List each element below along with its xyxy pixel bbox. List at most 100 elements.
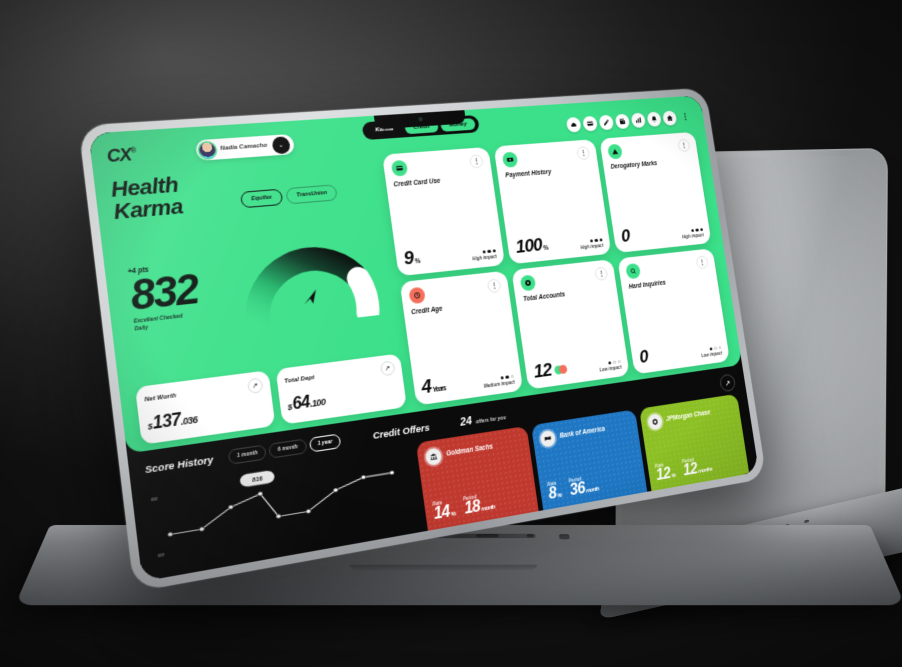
metric-number: 12: [532, 359, 553, 383]
flag-icon: [539, 429, 557, 448]
range-1-month[interactable]: 1 month: [227, 444, 268, 465]
user-menu[interactable]: Nadia Camacho ⌄: [194, 133, 295, 161]
offer-card-goldman-sachs[interactable]: Goldman Sachs Rate 14% Period 18month: [416, 426, 539, 531]
metric-menu-icon[interactable]: ⋮: [695, 255, 709, 270]
offer-rate-unit: %: [556, 492, 562, 500]
total-debt-card-head: Total Dept ↗: [283, 360, 396, 390]
metric-card-derogatory-marks[interactable]: ⋮ Derogatory Marks 0 High impact: [599, 131, 712, 254]
metric-card-credit-age[interactable]: ⋮ Credit Age 4Years Medium impact: [399, 270, 524, 406]
offer-period-value: 18: [463, 497, 482, 518]
metric-menu-icon[interactable]: ⋮: [594, 266, 609, 282]
offer-card-jpmorgan-chase[interactable]: JPMorgan Chase Rate 12% Period 12months: [639, 393, 750, 491]
total-debt-amount: 64: [291, 393, 311, 414]
metric-card-credit-card-use[interactable]: ⋮ Credit Card Use 9% High impact: [381, 146, 506, 277]
card-bottom: 0 Low impact: [638, 338, 722, 368]
page-title: Health Karma: [109, 159, 379, 225]
home-icon[interactable]: [662, 110, 678, 126]
metric-impact: High impact: [471, 248, 497, 261]
offer-stats: Rate 8% Period 36month: [547, 467, 640, 503]
card-top: ⋮: [607, 138, 691, 160]
scene: CX® Nadia Camacho ⌄ Karma Credit Money ⋮…: [0, 0, 902, 667]
net-worth-amount: 137: [151, 411, 182, 434]
card-bottom: 100% High impact: [514, 230, 604, 258]
bureau-transunion[interactable]: TransUnion: [285, 184, 339, 205]
metric-unit: %: [542, 244, 549, 253]
offer-period: Period 18month: [463, 491, 496, 518]
deck-lip: [348, 564, 538, 571]
bureau-equifax[interactable]: Equifax: [239, 188, 284, 209]
metric-impact: High impact: [681, 227, 704, 239]
metric-card-hard-inquiries[interactable]: ⋮ Hard Inquiries 0 Low impact: [617, 248, 730, 375]
cloud-icon[interactable]: [565, 116, 582, 133]
offer-head: Bank of America: [539, 418, 632, 448]
card-icon: [390, 159, 408, 177]
range-1-year[interactable]: 1 year: [308, 433, 342, 453]
credit-offers-title: Credit Offers: [372, 421, 431, 442]
net-worth-card[interactable]: Net Worth ↗ $137.036: [134, 370, 276, 445]
score-history-title: Score History: [144, 453, 214, 476]
metric-impact: High impact: [579, 237, 604, 250]
cash-icon: [502, 151, 519, 168]
expand-button[interactable]: ↗: [718, 373, 737, 393]
offer-card-bank-of-america[interactable]: Bank of America Rate 8% Period 36month: [531, 409, 648, 511]
offer-period-unit: months: [697, 466, 713, 475]
offers-count-label: offers for you: [475, 415, 507, 426]
total-debt-open-icon[interactable]: ↗: [379, 360, 396, 377]
chart-icon[interactable]: [630, 112, 647, 129]
total-debt-card[interactable]: Total Dept ↗ $64.100: [275, 353, 407, 425]
metric-value: 0: [638, 347, 650, 368]
page-title-line1: Health: [109, 172, 180, 203]
brand-logo[interactable]: CX®: [106, 144, 137, 167]
page-title-line2: Karma: [112, 194, 185, 225]
card-top: ⋮: [390, 154, 485, 177]
metric-menu-icon[interactable]: ⋮: [677, 138, 691, 153]
metric-card-total-accounts[interactable]: ⋮ Total Accounts 12 Low impact: [511, 259, 630, 390]
metric-unit: Years: [431, 385, 447, 395]
metric-value: 4Years: [420, 375, 447, 398]
score-delta: +4 pts: [127, 266, 150, 276]
offer-period: Period 36month: [568, 474, 599, 499]
offer-rate: Rate 12%: [655, 461, 677, 484]
range-6-month[interactable]: 6 month: [268, 438, 308, 459]
impact-label: Low impact: [599, 364, 622, 373]
net-worth-open-icon[interactable]: ↗: [246, 377, 264, 395]
metric-value: 100%: [514, 235, 549, 258]
chase-icon: [647, 413, 664, 431]
card-bottom: 9% High impact: [402, 241, 497, 270]
stack-icon: [519, 274, 537, 292]
metric-menu-icon[interactable]: ⋮: [576, 146, 591, 161]
total-debt-label: Total Dept: [283, 374, 315, 386]
metric-value: 12: [532, 359, 568, 383]
metric-card-payment-history[interactable]: ⋮ Payment History 100% High impact: [493, 139, 612, 265]
net-worth-decimals: .036: [180, 414, 198, 428]
wallet-icon[interactable]: [614, 113, 631, 130]
pen-icon[interactable]: [598, 114, 615, 131]
offer-rate-value: 12: [655, 465, 672, 485]
bell-icon[interactable]: [646, 111, 662, 127]
metric-impact: Medium impact: [483, 374, 515, 389]
offer-rate-value: 14: [432, 503, 451, 524]
metrics-panel: ⋮ Credit Card Use 9% High impact ⋮ Payme…: [381, 131, 730, 406]
offer-head: Goldman Sachs: [424, 435, 523, 467]
card-icon[interactable]: [582, 115, 599, 132]
card-top: ⋮: [502, 146, 591, 168]
more-options-icon[interactable]: ⋮: [678, 109, 693, 124]
hero-panel: Health Karma Equifax TransUnion +4 pts 8…: [109, 155, 407, 445]
bank-name: JPMorgan Chase: [665, 409, 711, 424]
chart-points: [164, 471, 397, 537]
metric-menu-icon[interactable]: ⋮: [487, 278, 502, 294]
total-debt-decimals: .100: [309, 396, 326, 410]
score-gauge: [226, 214, 392, 331]
net-worth-card-head: Net Worth ↗: [144, 377, 264, 408]
metric-number: 9: [402, 247, 415, 270]
chart-ytick-top: 850: [151, 497, 159, 502]
chevron-down-icon[interactable]: ⌄: [271, 135, 291, 154]
triangle-icon: [607, 143, 624, 160]
port-icon: [559, 534, 571, 540]
brand-logo-text: CX: [105, 144, 133, 167]
offer-head: JPMorgan Chase: [647, 402, 734, 431]
offer-stats: Rate 12% Period 12months: [655, 450, 742, 484]
card-bottom: 0 High impact: [620, 220, 704, 246]
metric-menu-icon[interactable]: ⋮: [469, 154, 485, 169]
brand-logo-sup: ®: [130, 147, 136, 156]
